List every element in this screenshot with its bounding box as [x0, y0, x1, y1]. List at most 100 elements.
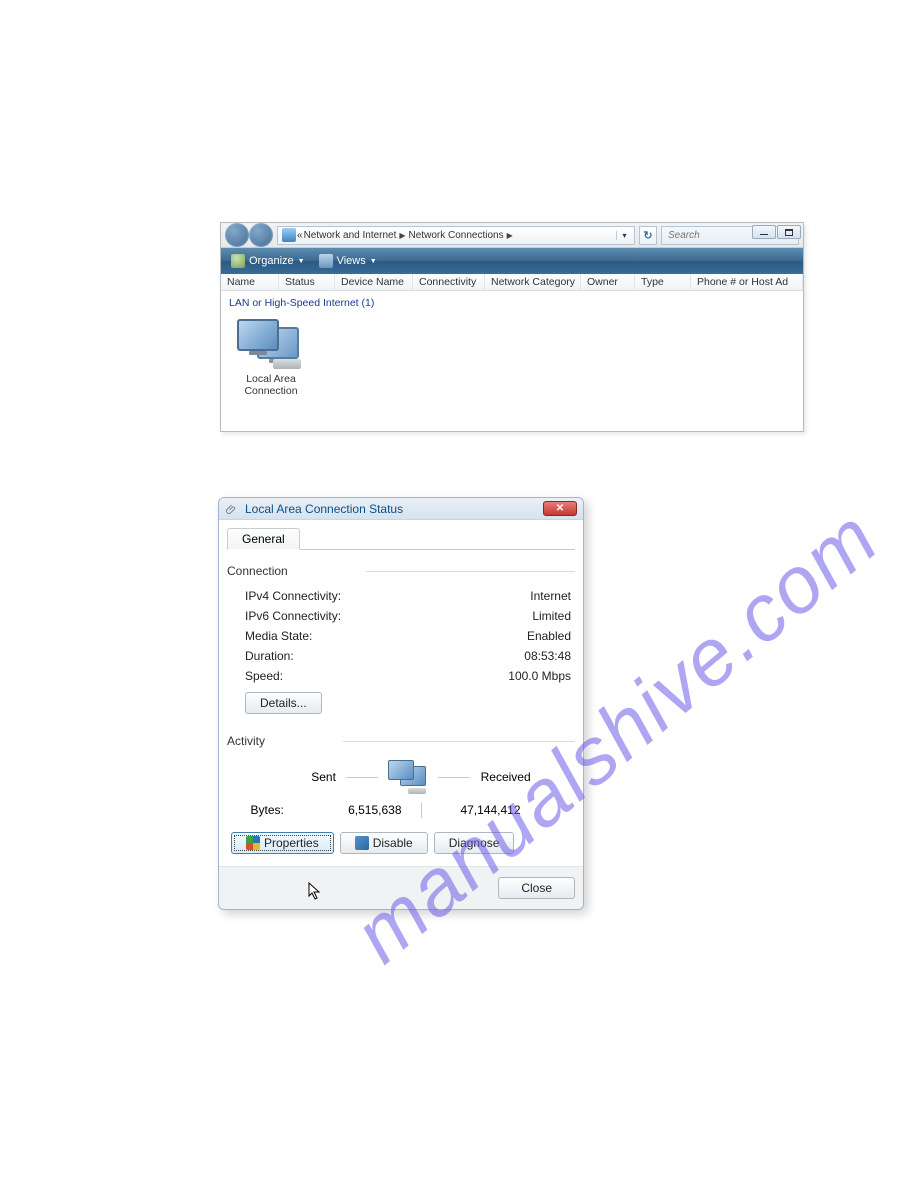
maximize-icon [785, 229, 793, 236]
network-connection-icon [237, 319, 305, 369]
refresh-button[interactable]: ↻ [639, 226, 657, 245]
breadcrumb-bar[interactable]: « Network and Internet ▶ Network Connect… [277, 226, 635, 245]
diagnose-button[interactable]: Diagnose [434, 832, 515, 854]
column-type[interactable]: Type [635, 274, 691, 290]
tab-general[interactable]: General [227, 528, 300, 550]
dialog-footer: Close [219, 866, 583, 909]
column-status[interactable]: Status [279, 274, 335, 290]
sent-label: Sent [311, 770, 336, 784]
bytes-sent-value: 6,515,638 [322, 803, 402, 817]
column-headers: Name Status Device Name Connectivity Net… [221, 274, 803, 291]
column-connectivity[interactable]: Connectivity [413, 274, 485, 290]
ipv4-value: Internet [530, 589, 571, 603]
properties-label: Properties [264, 836, 319, 850]
bytes-row: Bytes: 6,515,638 47,144,412 [227, 798, 575, 822]
ipv4-label: IPv4 Connectivity: [245, 589, 341, 603]
activity-labels-row: Sent Received [227, 756, 575, 798]
media-row: Media State: Enabled [227, 626, 575, 646]
shield-icon [355, 836, 369, 850]
dialog-titlebar[interactable]: Local Area Connection Status ✕ [219, 498, 583, 520]
speed-label: Speed: [245, 669, 283, 683]
chevron-down-icon: ▼ [370, 258, 377, 265]
close-button[interactable]: ✕ [543, 501, 577, 516]
media-label: Media State: [245, 629, 312, 643]
organize-menu[interactable]: Organize ▼ [225, 252, 311, 270]
attachment-icon [225, 502, 239, 516]
monitor-icon [237, 319, 279, 351]
breadcrumb-root: « [297, 230, 303, 241]
properties-button[interactable]: Properties [231, 832, 334, 854]
dialog-body: General Connection IPv4 Connectivity: In… [219, 520, 583, 866]
duration-row: Duration: 08:53:48 [227, 646, 575, 666]
organize-label: Organize [249, 255, 294, 267]
column-category[interactable]: Network Category [485, 274, 581, 290]
breadcrumb-item[interactable]: Network Connections [409, 230, 504, 241]
shield-icon [246, 836, 260, 850]
minimize-icon [760, 234, 768, 235]
organize-icon [231, 254, 245, 268]
cursor-icon [308, 882, 322, 900]
monitor-icon [388, 760, 414, 780]
divider [438, 777, 470, 778]
divider [343, 741, 575, 742]
explorer-window: « Network and Internet ▶ Network Connect… [220, 222, 804, 432]
received-label: Received [481, 770, 531, 784]
status-dialog: Local Area Connection Status ✕ General C… [218, 497, 584, 910]
bytes-received-value: 47,144,412 [441, 803, 521, 817]
ipv6-row: IPv6 Connectivity: Limited [227, 606, 575, 626]
chevron-right-icon: ▶ [505, 231, 515, 240]
chevron-right-icon: ▶ [397, 231, 407, 240]
ipv4-row: IPv4 Connectivity: Internet [227, 586, 575, 606]
views-label: Views [337, 255, 366, 267]
nav-buttons [225, 223, 273, 247]
media-value: Enabled [527, 629, 571, 643]
duration-label: Duration: [245, 649, 294, 663]
minimize-button[interactable] [752, 225, 776, 239]
close-icon: ✕ [556, 503, 564, 514]
speed-value: 100.0 Mbps [508, 669, 571, 683]
connection-label-line1: Local Area [233, 373, 309, 385]
disable-label: Disable [373, 836, 413, 850]
breadcrumb-item[interactable]: Network and Internet [304, 230, 397, 241]
divider [421, 802, 422, 818]
address-bar-row: « Network and Internet ▶ Network Connect… [221, 223, 803, 248]
group-header[interactable]: LAN or High-Speed Internet (1) [221, 291, 803, 311]
dialog-title: Local Area Connection Status [245, 502, 403, 516]
cable-icon [408, 788, 426, 794]
action-button-row: Properties Disable Diagnose [227, 822, 575, 858]
connection-heading: Connection [227, 562, 288, 580]
maximize-button[interactable] [777, 225, 801, 239]
divider [346, 777, 378, 778]
connection-item[interactable]: Local Area Connection [225, 315, 317, 401]
breadcrumb-dropdown[interactable]: ▾ [616, 231, 632, 240]
views-menu[interactable]: Views ▼ [313, 252, 383, 270]
back-button[interactable] [225, 223, 249, 247]
speed-row: Speed: 100.0 Mbps [227, 666, 575, 686]
close-dialog-button[interactable]: Close [498, 877, 575, 899]
activity-icon [388, 760, 428, 794]
divider [366, 571, 575, 572]
command-bar: Organize ▼ Views ▼ [221, 248, 803, 274]
chevron-down-icon: ▼ [298, 258, 305, 265]
forward-button[interactable] [249, 223, 273, 247]
disable-button[interactable]: Disable [340, 832, 428, 854]
views-icon [319, 254, 333, 268]
activity-section-header: Activity [227, 732, 575, 750]
cable-icon [273, 359, 301, 369]
column-owner[interactable]: Owner [581, 274, 635, 290]
refresh-icon: ↻ [643, 229, 652, 242]
ipv6-label: IPv6 Connectivity: [245, 609, 341, 623]
connection-section-header: Connection [227, 562, 575, 580]
diagnose-label: Diagnose [449, 836, 500, 850]
details-row: Details... [227, 686, 575, 732]
column-device[interactable]: Device Name [335, 274, 413, 290]
details-button[interactable]: Details... [245, 692, 322, 714]
ipv6-value: Limited [532, 609, 571, 623]
bytes-label: Bytes: [251, 803, 311, 817]
column-name[interactable]: Name [221, 274, 279, 290]
location-icon [282, 228, 296, 242]
activity-heading: Activity [227, 732, 265, 750]
column-phone[interactable]: Phone # or Host Ad [691, 274, 803, 290]
connection-label-line2: Connection [233, 385, 309, 397]
tab-row: General [227, 528, 575, 550]
